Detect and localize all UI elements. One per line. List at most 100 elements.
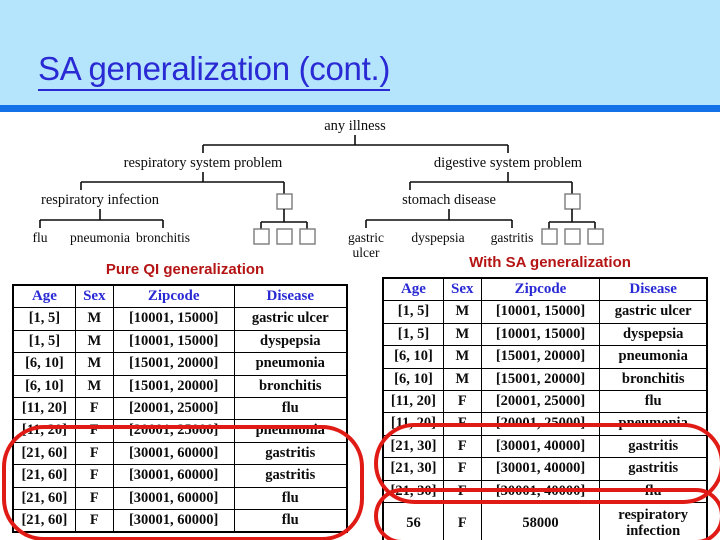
tree-leaf-anonymous-box-r1 [253, 228, 270, 245]
table-row: [21, 30] F [30001, 40000] gastritis [382, 457, 708, 481]
table-row: [21, 60] F [30001, 60000] gastritis [12, 464, 348, 488]
cell-age: [21, 60] [12, 441, 76, 466]
table-row: [6, 10] M [15001, 20000] bronchitis [382, 367, 708, 391]
table-header-row: Age Sex Zipcode Disease [382, 277, 708, 302]
cell-disease: flu [599, 389, 708, 414]
cell-sex: F [442, 479, 482, 503]
page-title: SA generalization (cont.) [38, 50, 678, 91]
cell-age: [21, 30] [382, 457, 444, 481]
cell-zipcode: [30001, 60000] [112, 486, 235, 510]
cell-sex: F [74, 441, 114, 466]
cell-disease: flu [599, 479, 708, 503]
cell-sex: M [442, 300, 482, 324]
caption-pure-qi-generalization: Pure QI generalization [105, 261, 265, 278]
column-header-disease: Disease [599, 277, 708, 302]
table-row: [6, 10] M [15001, 20000] pneumonia [382, 345, 708, 369]
tree-node-respiratory-infection: respiratory infection [41, 192, 160, 208]
cell-zipcode: [30001, 40000] [480, 457, 601, 481]
cell-zipcode: [30001, 60000] [112, 464, 235, 488]
cell-sex: F [442, 501, 482, 540]
tree-node-anonymous-digestive-box [564, 193, 581, 210]
cell-age: [1, 5] [12, 307, 76, 331]
cell-zipcode: [20001, 25000] [112, 396, 235, 421]
cell-disease: gastric ulcer [599, 300, 708, 324]
cell-sex: F [74, 508, 114, 533]
table-row: [1, 5] M [10001, 15000] dyspepsia [382, 322, 708, 347]
tree-node-stomach-disease: stomach disease [402, 192, 496, 208]
cell-zipcode: [15001, 20000] [112, 374, 235, 398]
cell-age: [21, 60] [12, 464, 76, 488]
tree-leaf-anonymous-box-d2 [564, 228, 581, 245]
table-row: [21, 60] F [30001, 60000] flu [12, 486, 348, 510]
tree-leaf-gastric-ulcer-line2: ulcer [353, 245, 380, 260]
cell-disease: pneumonia [599, 412, 708, 436]
tree-leaf-bronchitis: bronchitis [136, 230, 190, 245]
column-header-sex: Sex [74, 284, 114, 309]
cell-disease: pneumonia [599, 345, 708, 369]
cell-age: 56 [382, 501, 444, 540]
disease-taxonomy-tree: any illness respiratory system problem d… [0, 112, 720, 260]
cell-age: [1, 5] [382, 300, 444, 324]
tree-leaf-gastritis: gastritis [491, 230, 534, 245]
cell-age: [11, 20] [382, 389, 444, 414]
cell-zipcode: [20001, 25000] [112, 419, 235, 443]
cell-disease: gastritis [599, 434, 708, 459]
cell-sex: F [74, 464, 114, 488]
cell-age: [11, 20] [12, 396, 76, 421]
tree-leaf-flu: flu [33, 230, 48, 245]
tree-leaf-gastric-ulcer-line1: gastric [348, 230, 384, 245]
table-row: [21, 60] F [30001, 60000] gastritis [12, 441, 348, 466]
cell-sex: F [442, 457, 482, 481]
cell-zipcode: [10001, 15000] [480, 322, 601, 347]
cell-disease: gastritis [233, 464, 348, 488]
cell-sex: M [442, 345, 482, 369]
cell-zipcode: [20001, 25000] [480, 389, 601, 414]
cell-age: [21, 30] [382, 479, 444, 503]
table-row: [11, 20] F [20001, 25000] pneumonia [12, 419, 348, 443]
cell-disease: flu [233, 486, 348, 510]
cell-sex: M [442, 367, 482, 391]
cell-sex: M [74, 329, 114, 354]
cell-zipcode: [30001, 60000] [112, 441, 235, 466]
cell-age: [6, 10] [12, 374, 76, 398]
cell-sex: F [74, 396, 114, 421]
tree-leaf-anonymous-box-r3 [299, 228, 316, 245]
column-header-age: Age [12, 284, 76, 309]
pure-qi-generalization-table: Age Sex Zipcode Disease [1, 5] M [10001, 1… [12, 284, 348, 534]
cell-sex: M [442, 322, 482, 347]
cell-sex: F [442, 389, 482, 414]
tree-node-anonymous-respiratory-box [276, 193, 293, 210]
cell-zipcode: [20001, 25000] [480, 412, 601, 436]
cell-disease: gastritis [233, 441, 348, 466]
cell-age: [21, 60] [12, 508, 76, 533]
caption-with-sa-generalization: With SA generalization [469, 254, 631, 271]
column-header-zipcode: Zipcode [112, 284, 235, 309]
table-row: [11, 20] F [20001, 25000] pneumonia [382, 412, 708, 436]
table-row: [6, 10] M [15001, 20000] pneumonia [12, 352, 348, 376]
tree-leaf-anonymous-box-d1 [541, 228, 558, 245]
cell-disease: flu [233, 508, 348, 533]
cell-zipcode: [30001, 60000] [112, 508, 235, 533]
slide-header-divider [0, 105, 720, 112]
cell-disease: dyspepsia [233, 329, 348, 354]
table-row: [11, 20] F [20001, 25000] flu [382, 389, 708, 414]
tree-leaf-anonymous-box-r2 [276, 228, 293, 245]
table-row: [21, 30] F [30001, 40000] flu [382, 479, 708, 503]
cell-disease-line2: infection [626, 522, 681, 539]
table-row: [21, 30] F [30001, 40000] gastritis [382, 434, 708, 459]
cell-zipcode: [30001, 40000] [480, 434, 601, 459]
cell-age: [11, 20] [382, 412, 444, 436]
cell-disease: pneumonia [233, 352, 348, 376]
cell-sex: F [74, 486, 114, 510]
cell-age: [21, 30] [382, 434, 444, 459]
cell-disease: flu [233, 396, 348, 421]
cell-age: [11, 20] [12, 419, 76, 443]
table-row: [21, 60] F [30001, 60000] flu [12, 508, 348, 533]
column-header-disease: Disease [233, 284, 348, 309]
cell-zipcode: 58000 [480, 501, 601, 540]
tree-node-digestive-system-problem: digestive system problem [434, 155, 583, 171]
cell-disease: gastritis [599, 457, 708, 481]
cell-sex: F [442, 434, 482, 459]
cell-zipcode: [10001, 15000] [480, 300, 601, 324]
cell-sex: F [442, 412, 482, 436]
